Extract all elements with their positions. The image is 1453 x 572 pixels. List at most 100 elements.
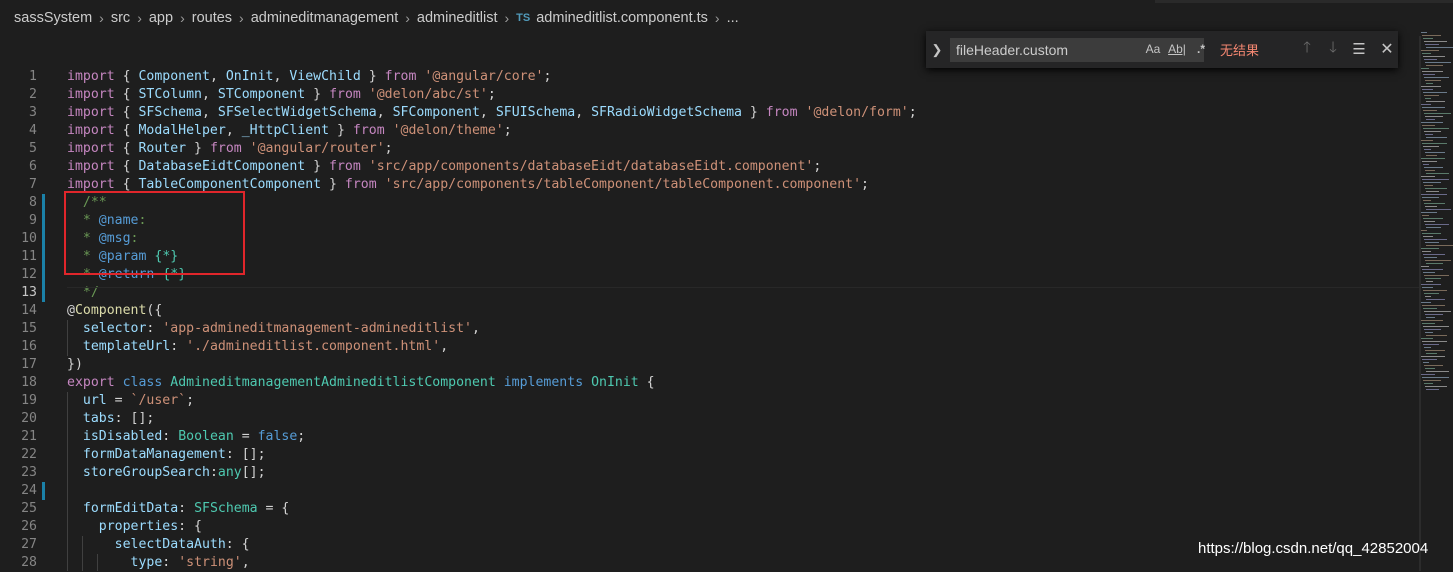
minimap-line (1421, 158, 1445, 159)
code-line[interactable]: 20 tabs: []; (0, 410, 1420, 428)
minimap-line (1423, 38, 1433, 39)
code-line[interactable]: 3 import { SFSchema, SFSelectWidgetSchema… (0, 104, 1420, 122)
code-line[interactable]: 2 import { STColumn, STComponent } from '… (0, 86, 1420, 104)
minimap-line (1426, 119, 1435, 120)
code-text: templateUrl: './admineditlist.component.… (82, 339, 449, 354)
minimap-line (1426, 137, 1447, 138)
minimap-line (1425, 368, 1435, 369)
minimap-line (1421, 86, 1441, 87)
breadcrumb-item[interactable]: routes (192, 10, 232, 26)
minimap-line (1425, 242, 1439, 243)
code-line[interactable]: 15 selector: 'app-admineditmanagement-ad… (0, 320, 1420, 338)
arrow-down-icon[interactable]: 🡓 (1320, 37, 1346, 62)
minimap-line (1423, 164, 1429, 165)
code-line[interactable]: 19 url = `/user`; (0, 392, 1420, 410)
minimap-line (1426, 353, 1437, 354)
minimap-line (1423, 146, 1439, 147)
minimap-line (1423, 128, 1449, 129)
find-result-status: 无结果 (1220, 42, 1260, 58)
line-number: 14 (21, 303, 37, 318)
minimap-line (1423, 380, 1441, 381)
breadcrumb-item[interactable]: src (111, 10, 130, 26)
minimap-line (1423, 308, 1437, 309)
minimap-line (1426, 245, 1453, 246)
minimap-line (1423, 236, 1433, 237)
line-number: 20 (21, 411, 37, 426)
code-line[interactable]: 24 (0, 482, 1420, 500)
annotation-red-box (64, 191, 245, 275)
code-line[interactable]: 4 import { ModalHelper, _HttpClient } fro… (0, 122, 1420, 140)
line-number: 15 (21, 321, 37, 336)
code-line[interactable]: 6 import { DatabaseEidtComponent } from '… (0, 158, 1420, 176)
code-line[interactable]: 5 import { Router } from '@angular/router… (0, 140, 1420, 158)
minimap-line (1425, 296, 1431, 297)
minimap-line (1423, 74, 1435, 75)
breadcrumb-item[interactable]: sassSystem (14, 10, 92, 26)
minimap-line (1424, 167, 1443, 168)
breadcrumb-more[interactable]: ... (727, 10, 739, 26)
arrow-up-icon[interactable]: 🡑 (1294, 37, 1320, 62)
minimap-line (1421, 176, 1435, 177)
code-line[interactable]: 18 export class AdmineditmanagementAdmine… (0, 374, 1420, 392)
line-number: 12 (21, 267, 37, 282)
minimap-line (1426, 173, 1449, 174)
breadcrumb-item[interactable]: app (149, 10, 173, 26)
code-line[interactable]: 25 formEditData: SFSchema = { (0, 500, 1420, 518)
code-line[interactable]: 23 storeGroupSearch:any[]; (0, 464, 1420, 482)
find-widget[interactable]: ❯ Aa Ab| .* 无结果 🡑 🡓 ☰ ✕ (926, 31, 1398, 68)
code-line[interactable]: 21 isDisabled: Boolean = false; (0, 428, 1420, 446)
code-line[interactable]: 22 formDataManagement: []; (0, 446, 1420, 464)
minimap-line (1423, 362, 1429, 363)
minimap-line (1421, 248, 1439, 249)
chevron-right-icon[interactable]: ❯ (926, 42, 948, 58)
minimap-line (1421, 266, 1429, 267)
line-number: 11 (21, 249, 37, 264)
code-text: type: 'string', (130, 555, 250, 570)
breadcrumb-file[interactable]: admineditlist.component.ts (536, 10, 708, 26)
minimap-line (1425, 206, 1437, 207)
minimap-line (1426, 299, 1445, 300)
code-line[interactable]: 26 properties: { (0, 518, 1420, 536)
code-line[interactable]: 16 templateUrl: './admineditlist.compone… (0, 338, 1420, 356)
selection-lines-icon[interactable]: ☰ (1346, 40, 1372, 58)
minimap-line (1426, 83, 1433, 84)
breadcrumb-item[interactable]: admineditmanagement (251, 10, 399, 26)
match-case-toggle[interactable]: Aa (1144, 42, 1162, 56)
regex-toggle[interactable]: .* (1192, 42, 1210, 56)
minimap-line (1422, 143, 1447, 144)
minimap-line (1425, 80, 1441, 81)
minimap-line (1425, 188, 1447, 189)
minimap-line (1426, 101, 1445, 102)
watermark: https://blog.csdn.net/qq_42852004 (1198, 540, 1429, 557)
minimap-line (1422, 305, 1445, 306)
minimap-line (1425, 44, 1439, 45)
minimap-line (1424, 59, 1437, 60)
git-modified-marker (42, 212, 45, 230)
close-icon[interactable]: ✕ (1372, 39, 1402, 59)
minimap-line (1422, 89, 1433, 90)
minimap-line (1423, 344, 1439, 345)
minimap-line (1421, 212, 1437, 213)
chevron-right-icon: › (180, 10, 185, 26)
line-number: 6 (29, 159, 37, 174)
line-number: 13 (21, 285, 37, 300)
minimap-line (1423, 290, 1447, 291)
code-line[interactable]: 14 @Component({ (0, 302, 1420, 320)
minimap-line (1425, 116, 1443, 117)
code-line[interactable]: 1 import { Component, OnInit, ViewChild }… (0, 68, 1420, 86)
minimap-line (1422, 53, 1431, 54)
minimap-line (1421, 338, 1433, 339)
line-number: 26 (21, 519, 37, 534)
minimap-line (1425, 98, 1431, 99)
whole-word-toggle[interactable]: Ab| (1168, 42, 1186, 56)
line-number: 5 (29, 141, 37, 156)
minimap[interactable] (1421, 28, 1453, 408)
minimap-line (1422, 377, 1449, 378)
code-line[interactable]: 17}) (0, 356, 1420, 374)
minimap-line (1426, 389, 1439, 390)
code-editor[interactable]: 1 import { Component, OnInit, ViewChild }… (0, 68, 1420, 571)
minimap-line (1425, 134, 1433, 135)
code-text: tabs: []; (82, 411, 155, 426)
code-text: isDisabled: Boolean = false; (82, 429, 306, 444)
breadcrumb-item[interactable]: admineditlist (417, 10, 498, 26)
